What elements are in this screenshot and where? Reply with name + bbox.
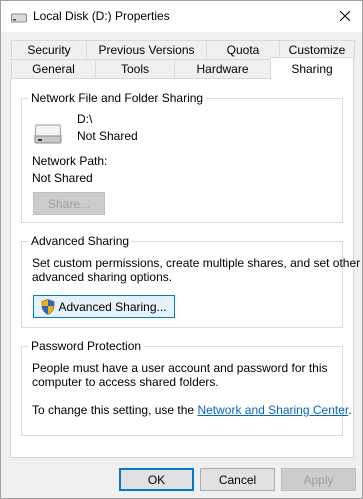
window-title: Local Disk (D:) Properties [33, 9, 170, 23]
uac-shield-icon [42, 298, 55, 315]
tab-previous-versions[interactable]: Previous Versions [86, 40, 207, 59]
password-protection-line-1: People must have a user account and pass… [32, 361, 328, 375]
advanced-sharing-button[interactable]: Advanced Sharing... [33, 295, 175, 318]
password-protection-title: Password Protection [28, 339, 145, 353]
advanced-sharing-description-2: advanced sharing options. [32, 270, 173, 284]
change-setting-suffix: . [348, 403, 352, 417]
tab-security[interactable]: Security [11, 40, 87, 59]
password-protection-group: Password Protection People must have a u… [21, 339, 352, 436]
advanced-sharing-title: Advanced Sharing [28, 234, 133, 248]
network-sharing-group: Network File and Folder Sharing D:\ Not … [21, 91, 343, 223]
share-button[interactable]: Share... [33, 192, 105, 215]
sharing-tab-panel: Network File and Folder Sharing D:\ Not … [10, 78, 360, 458]
change-setting-prefix: To change this setting, use the [32, 403, 198, 417]
advanced-sharing-description-1: Set custom permissions, create multiple … [32, 256, 361, 270]
tab-general[interactable]: General [11, 59, 96, 78]
drive-name: D:\ [77, 112, 93, 126]
network-sharing-center-link[interactable]: Network and Sharing Center [197, 403, 348, 417]
drive-icon [11, 13, 27, 23]
advanced-sharing-button-label: Advanced Sharing... [58, 299, 167, 314]
tab-hardware[interactable]: Hardware [174, 59, 271, 78]
apply-button[interactable]: Apply [281, 468, 356, 491]
close-icon[interactable] [331, 3, 359, 29]
ok-button[interactable]: OK [119, 468, 194, 491]
properties-dialog: Local Disk (D:) Properties Security Prev… [0, 0, 363, 499]
tab-tools[interactable]: Tools [95, 59, 175, 78]
password-protection-line-2: computer to access shared folders. [32, 375, 219, 389]
password-protection-change-text: To change this setting, use the Network … [32, 403, 352, 417]
network-path-label: Network Path: [32, 154, 108, 168]
title-bar: Local Disk (D:) Properties [1, 1, 362, 32]
drive-icon [34, 124, 62, 144]
advanced-sharing-group: Advanced Sharing Set custom permissions,… [21, 234, 360, 328]
network-path-value: Not Shared [32, 171, 93, 185]
cancel-button[interactable]: Cancel [200, 468, 275, 491]
tab-quota[interactable]: Quota [206, 40, 280, 59]
drive-share-status: Not Shared [77, 129, 138, 143]
tab-sharing[interactable]: Sharing [270, 57, 354, 80]
network-sharing-title: Network File and Folder Sharing [28, 91, 207, 105]
